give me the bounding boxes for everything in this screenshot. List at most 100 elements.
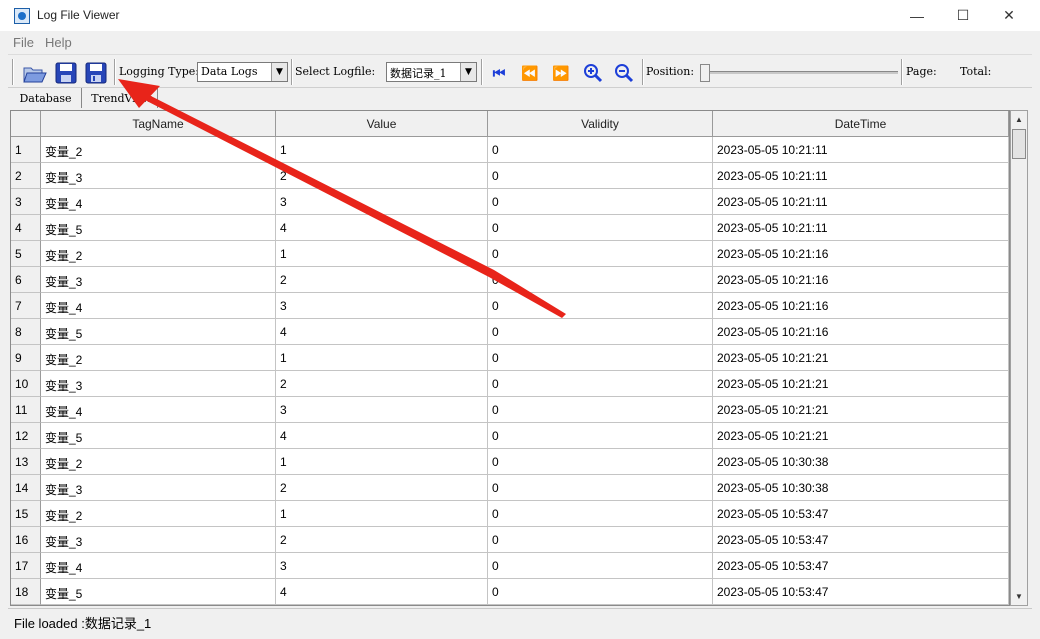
cell-validity: 0 [488, 501, 713, 527]
table-row[interactable]: 15 变量_2 1 0 2023-05-05 10:53:47 [11, 501, 1009, 527]
position-slider-thumb[interactable] [700, 64, 710, 82]
chevron-down-icon[interactable]: ▼ [271, 63, 287, 81]
cell-validity: 0 [488, 449, 713, 475]
open-folder-icon[interactable] [22, 61, 48, 85]
cell-value: 1 [276, 501, 488, 527]
cell-tagname: 变量_2 [41, 137, 276, 163]
row-number: 1 [11, 137, 41, 163]
cell-validity: 0 [488, 189, 713, 215]
cell-datetime: 2023-05-05 10:21:21 [713, 371, 1009, 397]
cell-datetime: 2023-05-05 10:21:16 [713, 319, 1009, 345]
cell-validity: 0 [488, 553, 713, 579]
table-row[interactable]: 6 变量_3 2 0 2023-05-05 10:21:16 [11, 267, 1009, 293]
table-row[interactable]: 18 变量_5 4 0 2023-05-05 10:53:47 [11, 579, 1009, 605]
tab-trendview[interactable]: TrendView [86, 88, 158, 108]
toolbar-separator [642, 59, 644, 85]
menu-bar: File Help [0, 31, 1032, 53]
cell-value: 4 [276, 319, 488, 345]
cell-datetime: 2023-05-05 10:21:21 [713, 423, 1009, 449]
scroll-down-icon[interactable]: ▼ [1011, 588, 1027, 605]
vertical-scrollbar[interactable]: ▲ ▼ [1010, 110, 1028, 606]
cell-tagname: 变量_4 [41, 189, 276, 215]
row-number: 2 [11, 163, 41, 189]
cell-value: 4 [276, 423, 488, 449]
scrollbar-thumb[interactable] [1012, 129, 1026, 159]
table-row[interactable]: 8 变量_5 4 0 2023-05-05 10:21:16 [11, 319, 1009, 345]
table-row[interactable]: 9 变量_2 1 0 2023-05-05 10:21:21 [11, 345, 1009, 371]
table-row[interactable]: 11 变量_4 3 0 2023-05-05 10:21:21 [11, 397, 1009, 423]
row-header-corner [11, 111, 41, 137]
table-row[interactable]: 13 变量_2 1 0 2023-05-05 10:30:38 [11, 449, 1009, 475]
app-icon [14, 8, 30, 24]
cell-datetime: 2023-05-05 10:53:47 [713, 553, 1009, 579]
toolbar-separator [481, 59, 483, 85]
menu-file[interactable]: File [13, 35, 34, 50]
table-row[interactable]: 4 变量_5 4 0 2023-05-05 10:21:11 [11, 215, 1009, 241]
first-page-icon[interactable]: ⏮ [488, 63, 510, 83]
row-number: 16 [11, 527, 41, 553]
table-row[interactable]: 5 变量_2 1 0 2023-05-05 10:21:16 [11, 241, 1009, 267]
cell-tagname: 变量_2 [41, 241, 276, 267]
column-header-tagname[interactable]: TagName [41, 111, 276, 137]
table-row[interactable]: 16 变量_3 2 0 2023-05-05 10:53:47 [11, 527, 1009, 553]
cell-tagname: 变量_3 [41, 371, 276, 397]
tab-database[interactable]: Database [10, 88, 82, 108]
column-header-validity[interactable]: Validity [488, 111, 713, 137]
cell-tagname: 变量_4 [41, 397, 276, 423]
table-row[interactable]: 14 变量_3 2 0 2023-05-05 10:30:38 [11, 475, 1009, 501]
close-button[interactable]: ✕ [986, 0, 1032, 31]
cell-datetime: 2023-05-05 10:21:16 [713, 241, 1009, 267]
cell-validity: 0 [488, 423, 713, 449]
row-number: 7 [11, 293, 41, 319]
maximize-button[interactable]: ☐ [940, 0, 986, 31]
toolbar-separator [114, 59, 116, 85]
table-row[interactable]: 12 变量_5 4 0 2023-05-05 10:21:21 [11, 423, 1009, 449]
table-row[interactable]: 3 变量_4 3 0 2023-05-05 10:21:11 [11, 189, 1009, 215]
logging-type-select[interactable]: Data Logs ▼ [197, 62, 288, 82]
cell-datetime: 2023-05-05 10:21:11 [713, 189, 1009, 215]
cell-tagname: 变量_3 [41, 267, 276, 293]
cell-tagname: 变量_2 [41, 501, 276, 527]
cell-validity: 0 [488, 241, 713, 267]
row-number: 13 [11, 449, 41, 475]
toolbar-separator [291, 59, 293, 85]
save-as-icon[interactable] [84, 61, 108, 85]
table-row[interactable]: 7 变量_4 3 0 2023-05-05 10:21:16 [11, 293, 1009, 319]
next-page-icon[interactable]: ⏩ [550, 63, 572, 83]
previous-page-icon[interactable]: ⏪ [519, 63, 541, 83]
cell-datetime: 2023-05-05 10:30:38 [713, 475, 1009, 501]
column-header-datetime[interactable]: DateTime [713, 111, 1009, 137]
scroll-up-icon[interactable]: ▲ [1011, 111, 1027, 128]
cell-tagname: 变量_4 [41, 293, 276, 319]
zoom-in-icon[interactable] [582, 62, 604, 84]
cell-value: 1 [276, 345, 488, 371]
table-row[interactable]: 1 变量_2 1 0 2023-05-05 10:21:11 [11, 137, 1009, 163]
cell-validity: 0 [488, 345, 713, 371]
position-slider-track[interactable] [708, 71, 898, 74]
logfile-select[interactable]: 数据记录_1 ▼ [386, 62, 477, 82]
cell-datetime: 2023-05-05 10:30:38 [713, 449, 1009, 475]
cell-tagname: 变量_5 [41, 579, 276, 605]
cell-value: 2 [276, 527, 488, 553]
total-label: Total: [960, 65, 992, 78]
table-row[interactable]: 17 变量_4 3 0 2023-05-05 10:53:47 [11, 553, 1009, 579]
cell-value: 3 [276, 189, 488, 215]
minimize-button[interactable]: — [894, 0, 940, 31]
save-icon[interactable] [54, 61, 78, 85]
chevron-down-icon[interactable]: ▼ [460, 63, 476, 81]
table-row[interactable]: 2 变量_3 2 0 2023-05-05 10:21:11 [11, 163, 1009, 189]
cell-datetime: 2023-05-05 10:21:21 [713, 345, 1009, 371]
table-row[interactable]: 10 变量_3 2 0 2023-05-05 10:21:21 [11, 371, 1009, 397]
cell-validity: 0 [488, 475, 713, 501]
cell-datetime: 2023-05-05 10:21:21 [713, 397, 1009, 423]
cell-value: 1 [276, 137, 488, 163]
cell-tagname: 变量_5 [41, 215, 276, 241]
cell-tagname: 变量_2 [41, 345, 276, 371]
row-number: 8 [11, 319, 41, 345]
column-header-value[interactable]: Value [276, 111, 488, 137]
zoom-out-icon[interactable] [613, 62, 635, 84]
cell-validity: 0 [488, 215, 713, 241]
cell-value: 4 [276, 215, 488, 241]
position-label: Position: [646, 65, 695, 78]
menu-help[interactable]: Help [45, 35, 72, 50]
